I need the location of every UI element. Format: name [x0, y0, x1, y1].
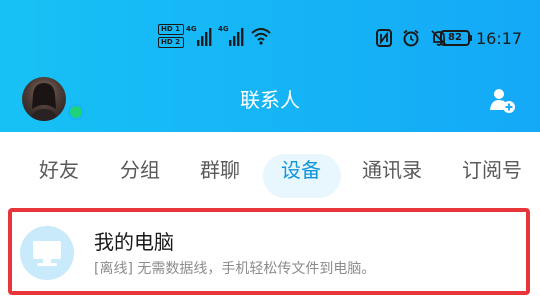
signal-icon: 4G [186, 22, 216, 52]
page-title: 联系人 [240, 88, 300, 112]
battery-tip [470, 35, 472, 41]
tab-groups[interactable]: 分组 [120, 156, 160, 184]
signal-icon: 4G [218, 22, 248, 52]
network-type-label: 4G [218, 25, 229, 33]
tab-group-chats[interactable]: 群聊 [200, 156, 240, 184]
alarm-icon [403, 29, 419, 47]
device-subtitle: [离线] 无需数据线，手机轻松传文件到电脑。 [94, 261, 376, 277]
tab-address-book[interactable]: 通讯录 [362, 156, 422, 184]
device-icon-circle [20, 226, 74, 280]
status-icons [376, 29, 448, 47]
tab-subscriptions[interactable]: 订阅号 [462, 156, 522, 184]
app-header: HD 1 HD 2 4G 4G 82 16:17 联系人 [0, 0, 540, 132]
add-contact-icon[interactable] [488, 86, 516, 114]
tab-friends[interactable]: 好友 [39, 156, 79, 184]
computer-icon [33, 241, 61, 266]
network-type-label: 4G [186, 25, 197, 33]
device-title: 我的电脑 [94, 230, 174, 254]
clock: 16:17 [476, 29, 523, 48]
status-bar: HD 1 HD 2 4G 4G 82 16:17 [0, 0, 540, 70]
battery-icon: 82 [440, 30, 470, 46]
my-computer-item[interactable] [8, 208, 530, 295]
tab-devices[interactable]: 设备 [281, 156, 321, 184]
nfc-icon [376, 29, 392, 47]
hd1-badge: HD 1 [158, 24, 184, 35]
hd2-badge: HD 2 [158, 37, 184, 48]
wifi-icon [250, 26, 272, 50]
hd-badges: HD 1 HD 2 [158, 24, 184, 48]
